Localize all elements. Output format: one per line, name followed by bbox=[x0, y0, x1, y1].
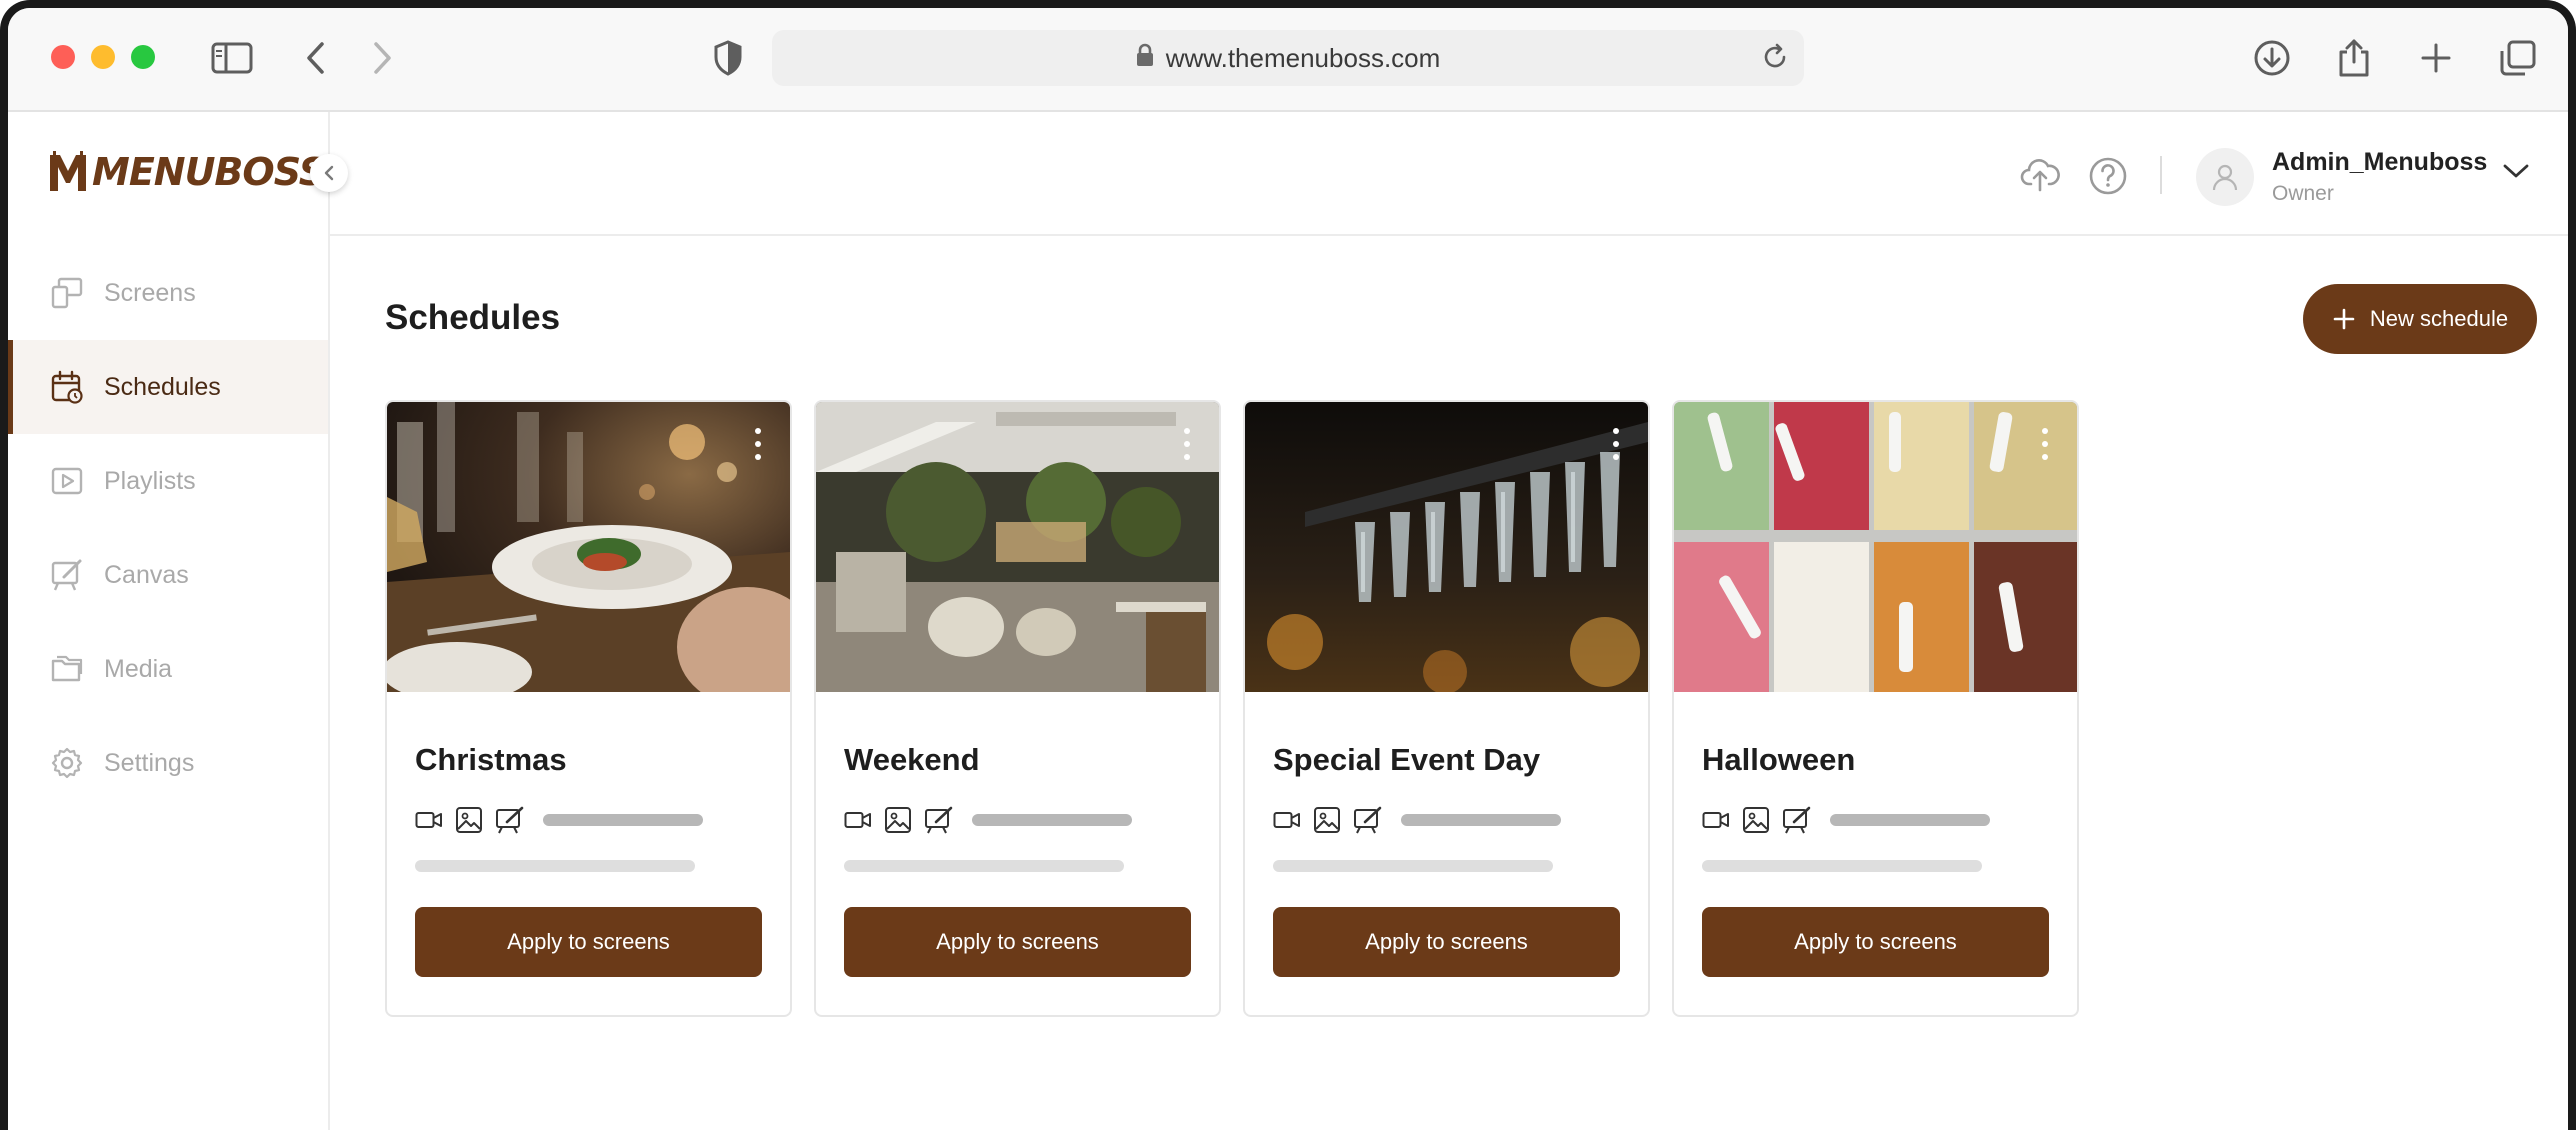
url-text: www.themenuboss.com bbox=[1165, 42, 1441, 73]
card-image bbox=[387, 402, 790, 692]
card-title: Weekend bbox=[844, 742, 980, 777]
card-menu-icon[interactable] bbox=[1181, 428, 1193, 460]
sidebar-item-label: Playlists bbox=[104, 466, 196, 495]
apply-to-screens-button[interactable]: Apply to screens bbox=[415, 907, 762, 977]
address-bar[interactable]: www.themenuboss.com bbox=[772, 30, 1804, 86]
placeholder-bar bbox=[1830, 814, 1990, 826]
browser-toolbar: www.themenuboss.com bbox=[8, 8, 2568, 112]
help-icon[interactable] bbox=[2088, 156, 2128, 201]
media-icon bbox=[51, 655, 83, 682]
schedule-card[interactable]: Weekend Apply to screens bbox=[814, 400, 1221, 1017]
schedule-card[interactable]: Special Event Day Apply to screens bbox=[1243, 400, 1650, 1017]
sidebar-toggle-icon[interactable] bbox=[208, 34, 256, 82]
avatar[interactable] bbox=[2196, 148, 2254, 206]
page-title: Schedules bbox=[385, 298, 561, 337]
user-role: Owner bbox=[2272, 182, 2334, 205]
schedule-card[interactable]: Christmas Apply to screens bbox=[385, 400, 792, 1017]
sidebar-item-media[interactable]: Media bbox=[8, 622, 328, 716]
play-icon bbox=[51, 467, 83, 495]
card-meta bbox=[1702, 806, 1990, 834]
new-schedule-button[interactable]: New schedule bbox=[2303, 284, 2537, 354]
card-title: Christmas bbox=[415, 742, 567, 777]
sidebar: MENUBOSS Screens Schedules Playlists Can… bbox=[8, 112, 348, 1130]
card-title: Special Event Day bbox=[1273, 742, 1541, 777]
sidebar-item-playlists[interactable]: Playlists bbox=[8, 434, 328, 528]
canvas-icon bbox=[1354, 806, 1382, 834]
placeholder-bar bbox=[415, 860, 695, 872]
apply-to-screens-button[interactable]: Apply to screens bbox=[1273, 907, 1620, 977]
sidebar-item-screens[interactable]: Screens bbox=[8, 246, 328, 340]
video-icon bbox=[1273, 812, 1300, 828]
sidebar-item-label: Schedules bbox=[104, 372, 221, 401]
canvas-icon bbox=[1783, 806, 1811, 834]
card-meta bbox=[844, 806, 1132, 834]
forward-icon[interactable] bbox=[358, 34, 406, 82]
sidebar-item-canvas[interactable]: Canvas bbox=[8, 528, 328, 622]
card-image bbox=[1245, 402, 1648, 692]
sidebar-item-label: Screens bbox=[104, 278, 196, 307]
back-icon[interactable] bbox=[292, 34, 340, 82]
new-tab-icon[interactable] bbox=[2412, 34, 2460, 82]
canvas-icon bbox=[925, 806, 953, 834]
card-menu-icon[interactable] bbox=[2039, 428, 2051, 460]
card-image bbox=[1674, 402, 2077, 692]
image-icon bbox=[1743, 807, 1769, 833]
header-divider bbox=[2160, 156, 2162, 194]
calendar-icon bbox=[51, 370, 83, 404]
placeholder-bar bbox=[1401, 814, 1561, 826]
browser-window: www.themenuboss.com MENUBOSS Screens Sch… bbox=[0, 0, 2576, 1130]
user-name[interactable]: Admin_Menuboss bbox=[2272, 148, 2487, 177]
tabs-overview-icon[interactable] bbox=[2494, 34, 2542, 82]
card-meta bbox=[415, 806, 703, 834]
canvas-icon bbox=[496, 806, 524, 834]
screens-icon bbox=[51, 277, 83, 309]
video-icon bbox=[844, 812, 871, 828]
sidebar-item-schedules[interactable]: Schedules bbox=[8, 340, 328, 434]
sidebar-item-label: Media bbox=[104, 654, 173, 683]
user-icon bbox=[2212, 164, 2238, 191]
video-icon bbox=[415, 812, 442, 828]
card-menu-icon[interactable] bbox=[1610, 428, 1622, 460]
image-icon bbox=[456, 807, 482, 833]
chevron-down-icon[interactable] bbox=[2502, 162, 2530, 185]
logo-icon bbox=[50, 151, 86, 191]
gear-icon bbox=[51, 747, 83, 779]
shield-icon[interactable] bbox=[704, 34, 752, 82]
card-image bbox=[816, 402, 1219, 692]
sidebar-nav: Screens Schedules Playlists Canvas Media… bbox=[8, 246, 328, 810]
maximize-window-button[interactable] bbox=[131, 45, 155, 69]
logo-text: MENUBOSS bbox=[92, 150, 326, 194]
plus-icon bbox=[2333, 308, 2355, 330]
chevron-left-icon bbox=[324, 165, 334, 181]
minimize-window-button[interactable] bbox=[91, 45, 115, 69]
menuboss-logo[interactable]: MENUBOSS bbox=[48, 150, 326, 194]
new-schedule-label: New schedule bbox=[2369, 306, 2509, 331]
downloads-icon[interactable] bbox=[2248, 34, 2296, 82]
share-icon[interactable] bbox=[2330, 34, 2378, 82]
image-icon bbox=[885, 807, 911, 833]
placeholder-bar bbox=[1702, 860, 1982, 872]
video-icon bbox=[1702, 812, 1729, 828]
card-menu-icon[interactable] bbox=[752, 428, 764, 460]
schedule-card[interactable]: Halloween Apply to screens bbox=[1672, 400, 2079, 1017]
apply-to-screens-button[interactable]: Apply to screens bbox=[844, 907, 1191, 977]
card-title: Halloween bbox=[1702, 742, 1856, 777]
top-header: Admin_Menuboss Owner bbox=[330, 112, 2568, 236]
placeholder-bar bbox=[972, 814, 1132, 826]
close-window-button[interactable] bbox=[51, 45, 75, 69]
canvas-icon bbox=[51, 559, 82, 591]
sidebar-item-label: Settings bbox=[104, 748, 195, 777]
placeholder-bar bbox=[844, 860, 1124, 872]
placeholder-bar bbox=[543, 814, 703, 826]
card-meta bbox=[1273, 806, 1561, 834]
cloud-upload-icon[interactable] bbox=[2020, 156, 2060, 197]
sidebar-item-label: Canvas bbox=[104, 560, 189, 589]
apply-to-screens-button[interactable]: Apply to screens bbox=[1702, 907, 2049, 977]
image-icon bbox=[1314, 807, 1340, 833]
collapse-sidebar-button[interactable] bbox=[310, 154, 348, 192]
placeholder-bar bbox=[1273, 860, 1553, 872]
reload-icon[interactable] bbox=[1760, 42, 1790, 79]
lock-icon bbox=[1136, 43, 1154, 74]
sidebar-item-settings[interactable]: Settings bbox=[8, 716, 328, 810]
